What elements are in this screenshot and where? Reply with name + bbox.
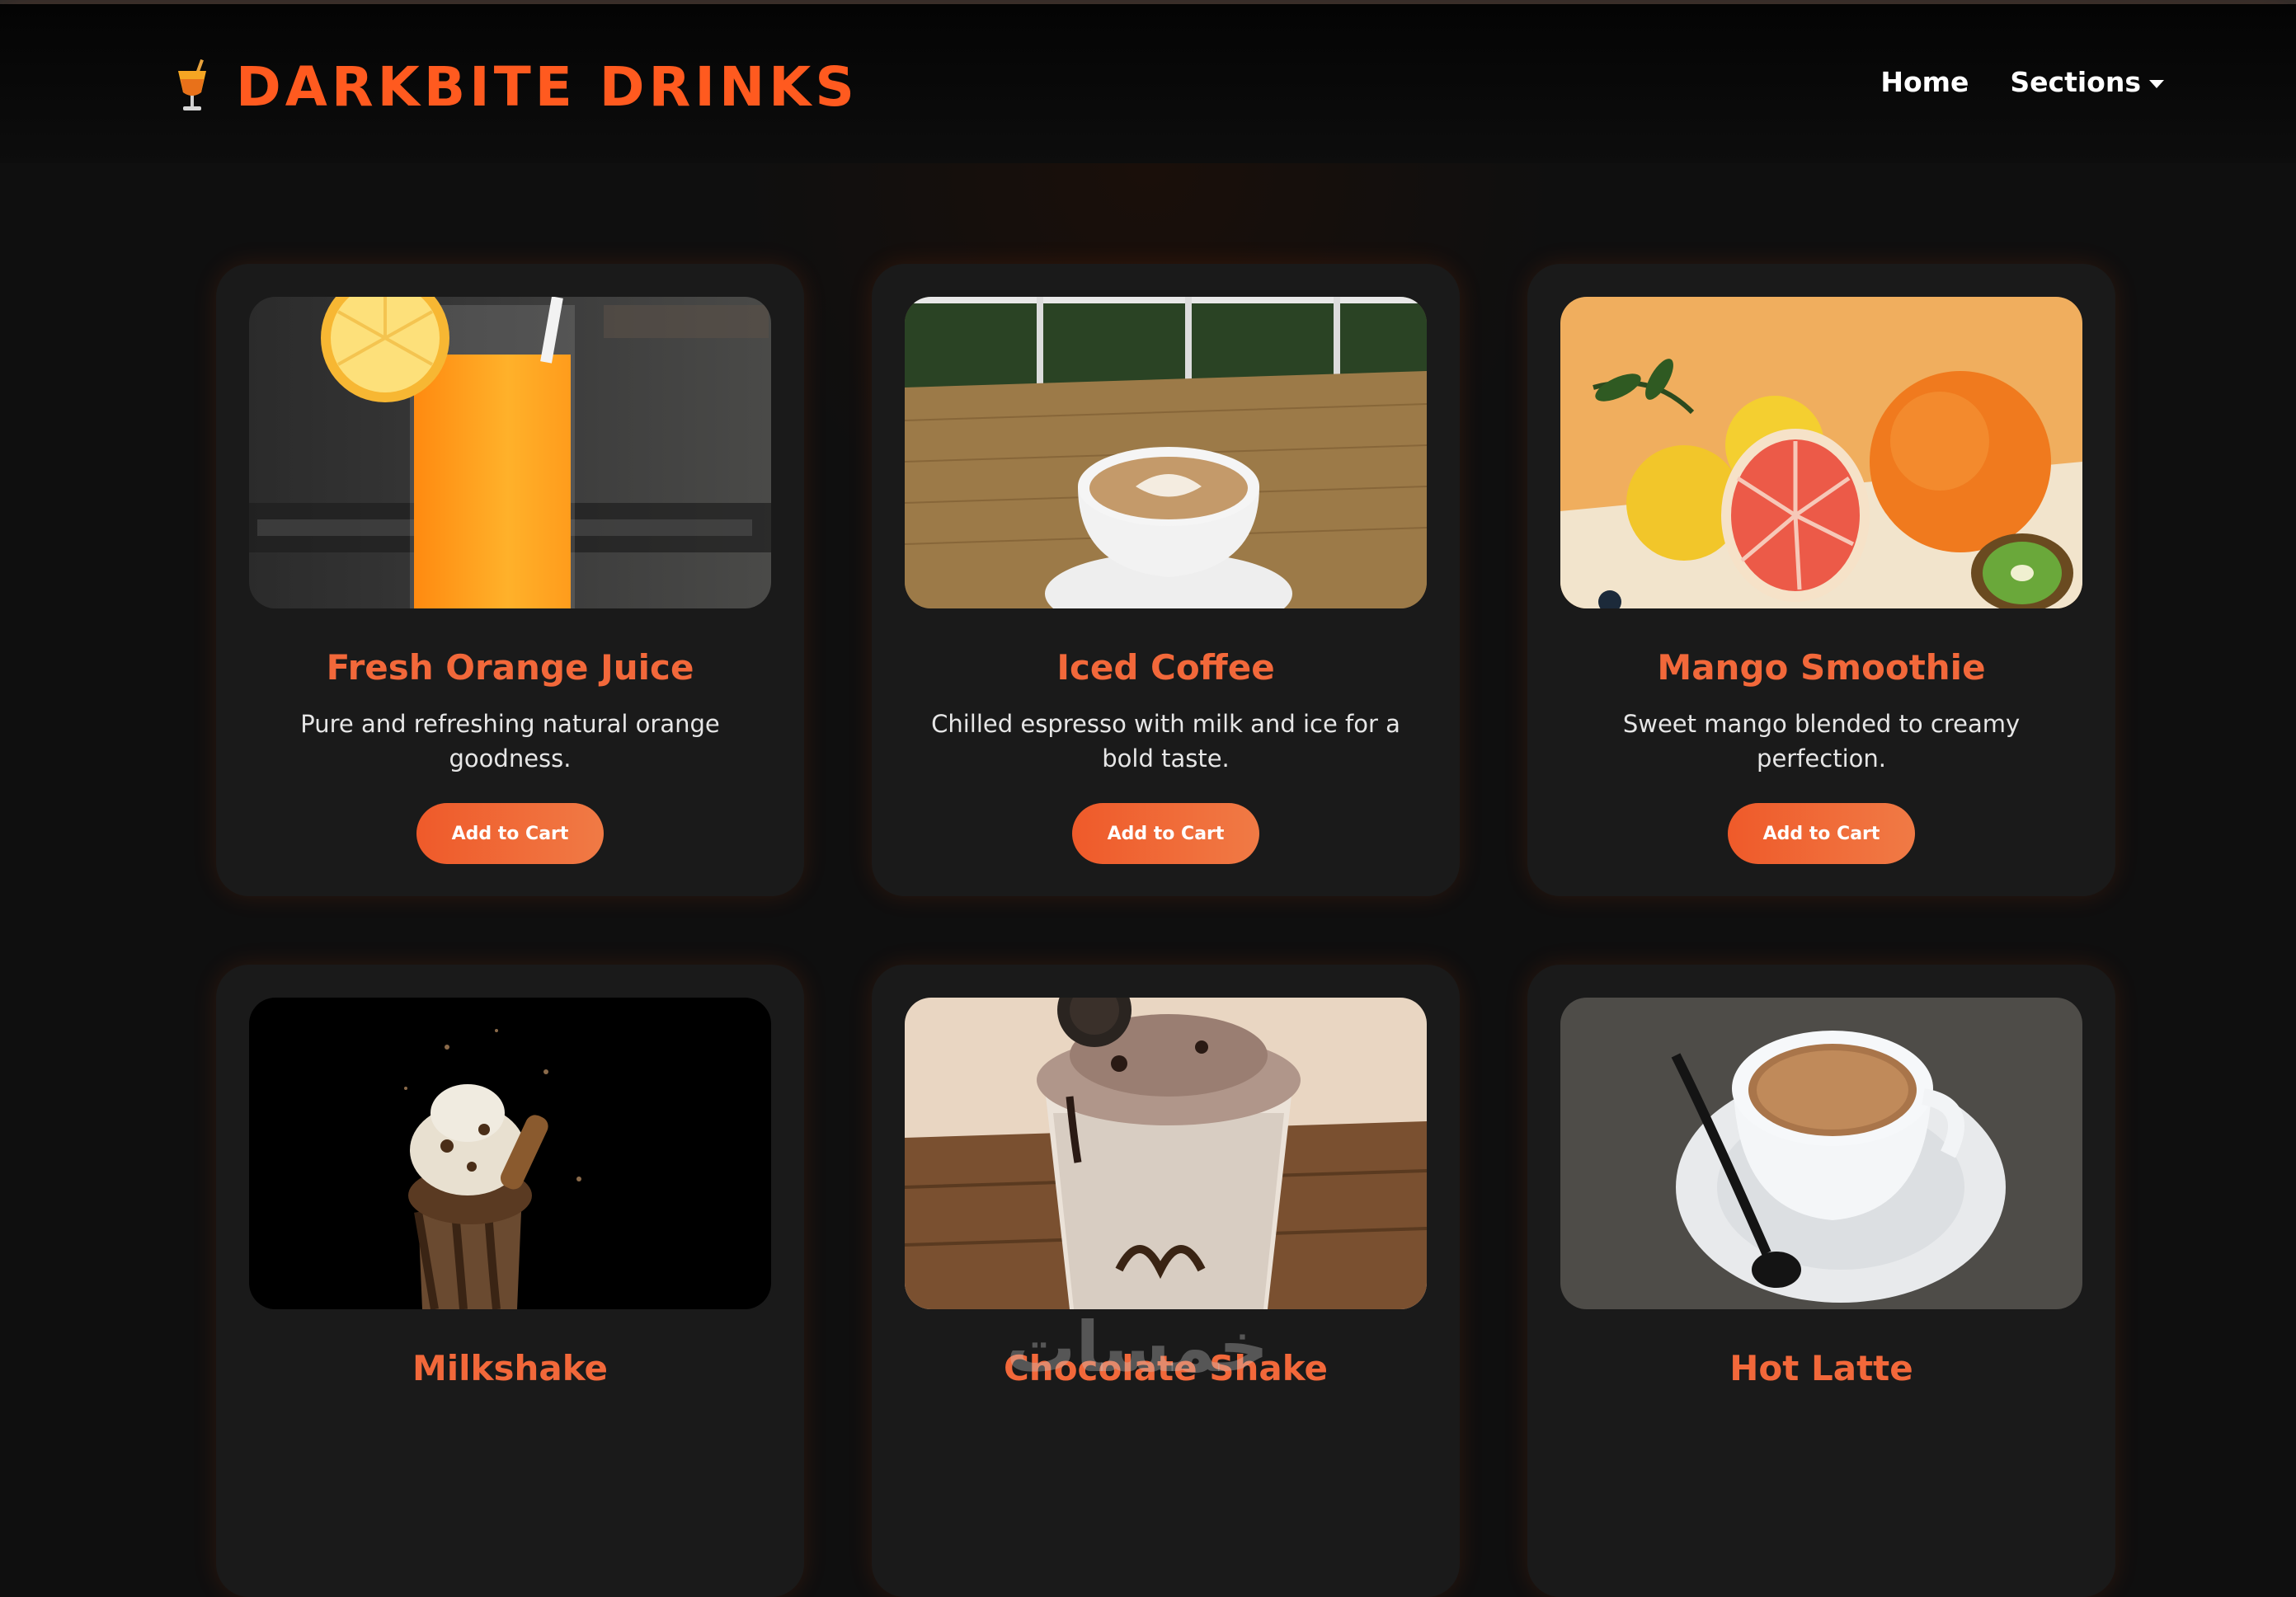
- product-card: Milkshake: [216, 965, 804, 1597]
- product-title: Mango Smoothie: [1657, 647, 1986, 688]
- product-description: Pure and refreshing natural orange goodn…: [300, 710, 720, 773]
- product-description: Sweet mango blended to creamy perfection…: [1622, 710, 2021, 773]
- product-title: Hot Latte: [1729, 1348, 1913, 1388]
- product-card: Chocolate Shake: [872, 965, 1460, 1597]
- chocolate-milkshake-photo: [249, 998, 771, 1309]
- product-title: Chocolate Shake: [1003, 1348, 1329, 1388]
- site-header: DARKBITE DRINKS Home Sections: [0, 4, 2296, 163]
- nav-sections-label: Sections: [2010, 66, 2141, 98]
- latte-cup-photo: [905, 297, 1427, 608]
- citrus-fruits-photo: [1560, 297, 2082, 608]
- product-title: Fresh Orange Juice: [326, 647, 694, 688]
- brand-name: DARKBITE DRINKS: [236, 54, 859, 119]
- product-section: Fresh Orange Juice Pure and refreshing n…: [0, 163, 2296, 1597]
- product-card: Hot Latte: [1527, 965, 2115, 1597]
- add-to-cart-button[interactable]: Add to Cart: [1072, 803, 1259, 864]
- orange-juice-photo: [249, 297, 771, 608]
- product-description: Chilled espresso with milk and ice for a…: [931, 710, 1400, 773]
- product-card: Iced Coffee Chilled espresso with milk a…: [872, 264, 1460, 896]
- nav-home-label: Home: [1880, 66, 1969, 98]
- product-card: Mango Smoothie Sweet mango blended to cr…: [1527, 264, 2115, 896]
- oreo-shake-photo: [905, 998, 1427, 1309]
- chevron-down-icon: [2149, 79, 2164, 88]
- product-grid: Fresh Orange Juice Pure and refreshing n…: [216, 264, 2115, 1597]
- main-nav: Home Sections: [1880, 66, 2164, 98]
- product-title: Milkshake: [412, 1348, 609, 1388]
- espresso-cup-photo: [1560, 998, 2082, 1309]
- add-to-cart-button[interactable]: Add to Cart: [416, 803, 604, 864]
- nav-home-link[interactable]: Home: [1880, 66, 1969, 98]
- product-card: Fresh Orange Juice Pure and refreshing n…: [216, 264, 804, 896]
- product-title: Iced Coffee: [1056, 647, 1275, 688]
- brand[interactable]: DARKBITE DRINKS: [173, 54, 859, 120]
- cocktail-glass-icon: [173, 59, 211, 114]
- add-to-cart-button[interactable]: Add to Cart: [1728, 803, 1915, 864]
- nav-sections-dropdown[interactable]: Sections: [2010, 66, 2164, 98]
